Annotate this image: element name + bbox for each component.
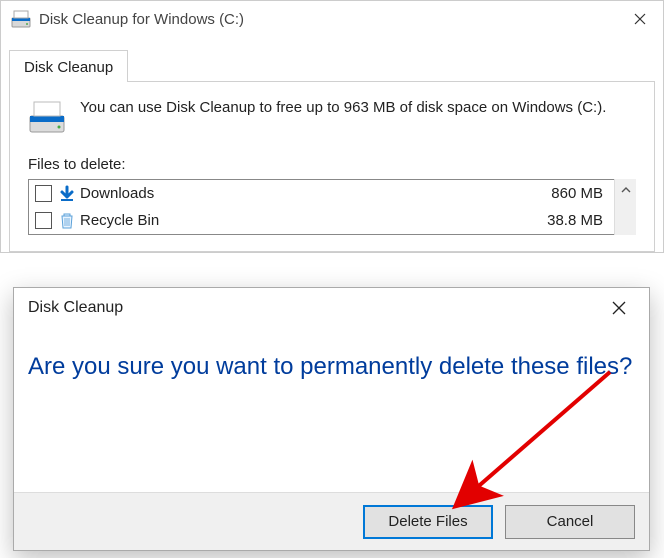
- dialog-titlebar: Disk Cleanup: [14, 288, 649, 328]
- window-close-button[interactable]: [617, 1, 663, 37]
- scrollbar[interactable]: [614, 179, 636, 235]
- disk-cleanup-icon: [11, 9, 31, 29]
- file-list-container: Downloads 860 MB Recycle Bin: [28, 179, 636, 235]
- dialog-close-button[interactable]: [597, 291, 641, 325]
- cancel-button[interactable]: Cancel: [505, 505, 635, 539]
- file-list[interactable]: Downloads 860 MB Recycle Bin: [28, 179, 636, 235]
- files-to-delete-label: Files to delete:: [28, 156, 636, 173]
- list-item[interactable]: Recycle Bin 38.8 MB: [29, 207, 635, 234]
- window-titlebar: Disk Cleanup for Windows (C:): [1, 1, 663, 37]
- delete-files-button[interactable]: Delete Files: [363, 505, 493, 539]
- dialog-title: Disk Cleanup: [28, 299, 597, 317]
- list-item-label: Recycle Bin: [80, 212, 547, 229]
- tab-disk-cleanup[interactable]: Disk Cleanup: [9, 50, 128, 82]
- dialog-body: Are you sure you want to permanently del…: [14, 328, 649, 384]
- tab-strip: Disk Cleanup You can use Disk Cleanup to…: [1, 37, 663, 252]
- download-arrow-icon: [58, 185, 76, 203]
- disk-cleanup-window: Disk Cleanup for Windows (C:) Disk Clean…: [0, 0, 664, 253]
- window-title: Disk Cleanup for Windows (C:): [39, 11, 617, 28]
- dialog-footer: Delete Files Cancel: [14, 492, 649, 550]
- recycle-bin-icon: [58, 212, 76, 230]
- summary-text: You can use Disk Cleanup to free up to 9…: [80, 98, 606, 118]
- drive-icon: [28, 98, 66, 136]
- tab-panel: You can use Disk Cleanup to free up to 9…: [9, 81, 655, 252]
- checkbox[interactable]: [35, 212, 52, 229]
- list-item-size: 38.8 MB: [547, 212, 603, 229]
- checkbox[interactable]: [35, 185, 52, 202]
- dialog-message: Are you sure you want to permanently del…: [28, 350, 635, 384]
- summary-row: You can use Disk Cleanup to free up to 9…: [28, 98, 636, 136]
- list-item-size: 860 MB: [551, 185, 603, 202]
- list-item-label: Downloads: [80, 185, 551, 202]
- confirm-dialog: Disk Cleanup Are you sure you want to pe…: [13, 287, 650, 551]
- scroll-up-icon[interactable]: [615, 179, 636, 201]
- list-item[interactable]: Downloads 860 MB: [29, 180, 635, 207]
